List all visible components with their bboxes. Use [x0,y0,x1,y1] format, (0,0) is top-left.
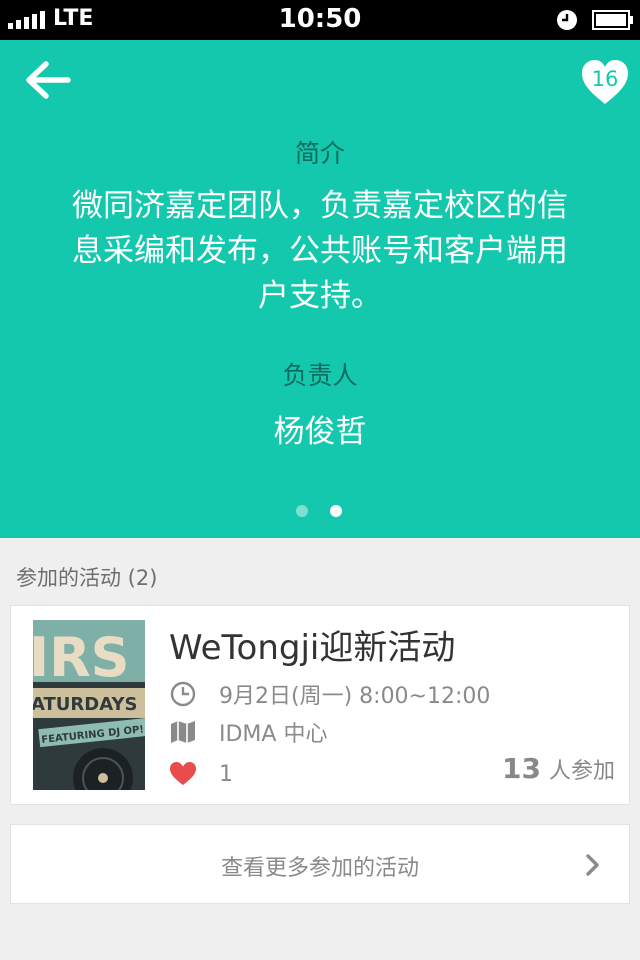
favorite-button[interactable]: 16 [580,58,630,108]
activity-location: IDMA 中心 [219,722,328,747]
status-time: 10:50 [278,4,362,34]
alarm-clock-icon [557,10,577,30]
participant-count: 13 人参加 [502,752,615,785]
participant-number: 13 [502,752,541,785]
chevron-right-icon [586,854,599,876]
page-dot[interactable] [296,505,308,517]
more-activities-label: 查看更多参加的活动 [220,856,419,881]
thumbnail-text-1: IRS [33,626,130,689]
intro-label: 简介 [294,139,345,168]
status-bar: LTE 10:50 [0,0,640,40]
activity-title: WeTongji迎新活动 [169,628,456,668]
intro-text: 微同济嘉定团队，负责嘉定校区的信息采编和发布，公共账号和客户端用户支持。 [72,188,568,314]
activity-thumbnail: IRS ATURDAYS FEATURING DJ OP! [33,620,145,790]
map-icon [171,721,195,743]
battery-icon [592,10,633,30]
page-indicator [296,505,344,517]
profile-hero: 16 简介 微同济嘉定团队，负责嘉定校区的信息采编和发布，公共账号和客户端用户支… [0,40,640,538]
arrow-left-icon[interactable] [20,58,76,102]
owner-name: 杨俊哲 [273,414,367,450]
owner-label: 负责人 [282,361,358,390]
clock-icon [170,681,196,707]
activity-time: 9月2日(周一) 8:00~12:00 [219,684,491,709]
heart-icon[interactable] [169,760,197,788]
page-dot-active[interactable] [330,505,342,517]
activity-likes: 1 [219,762,233,787]
more-activities-button[interactable]: 查看更多参加的活动 [10,824,630,904]
thumbnail-text-2: ATURDAYS [33,694,137,715]
participant-unit: 人参加 [548,759,615,784]
activities-section-title: 参加的活动 (2) [16,566,158,590]
favorite-count: 16 [591,67,619,91]
activity-card[interactable]: IRS ATURDAYS FEATURING DJ OP! WeTongji迎新… [10,605,630,805]
